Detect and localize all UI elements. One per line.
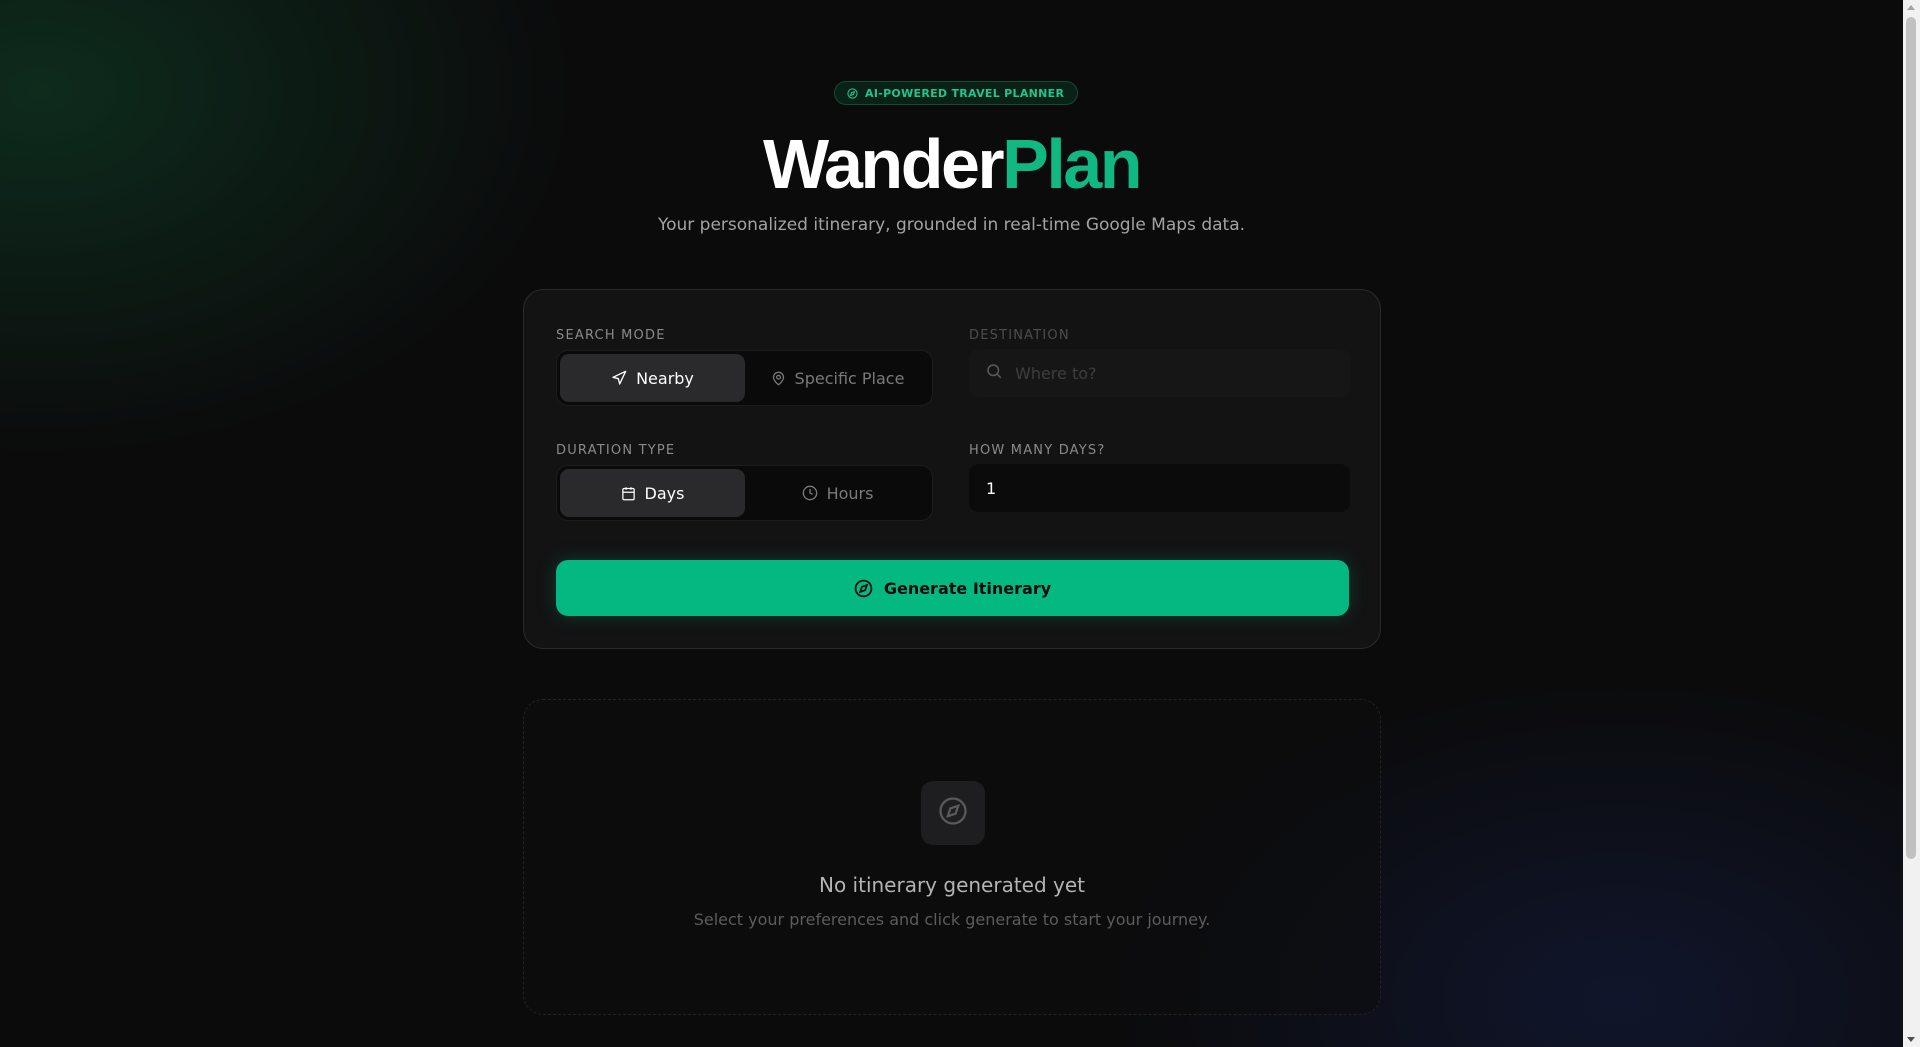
search-mode-toggle: Nearby Specific Place xyxy=(556,350,933,406)
title-accent: Plan xyxy=(1002,125,1142,203)
empty-title: No itinerary generated yet xyxy=(818,873,1086,897)
page-title: WanderPlan xyxy=(0,122,1903,206)
badge-label: AI-POWERED TRAVEL PLANNER xyxy=(865,86,1065,100)
hours-label: Hours xyxy=(826,483,874,503)
page-scrollbar[interactable] xyxy=(1903,0,1920,1047)
nearby-button[interactable]: Nearby xyxy=(560,354,745,402)
title-main: Wander xyxy=(763,125,1005,203)
empty-icon-container xyxy=(921,781,985,845)
app-page: AI-POWERED TRAVEL PLANNER WanderPlan You… xyxy=(0,0,1920,1047)
destination-input[interactable] xyxy=(1015,363,1350,383)
generate-itinerary-button[interactable]: Generate Itinerary xyxy=(556,560,1349,616)
planner-form-card: SEARCH MODE Nearby Specific Place DESTIN… xyxy=(523,289,1381,649)
navigation-arrow-icon xyxy=(611,370,627,386)
compass-icon xyxy=(854,579,873,598)
destination-label: DESTINATION xyxy=(969,328,1070,343)
scroll-down-icon[interactable] xyxy=(1907,1037,1915,1042)
generate-label: Generate Itinerary xyxy=(883,578,1052,598)
days-count-label: HOW MANY DAYS? xyxy=(969,443,1106,458)
specific-place-label: Specific Place xyxy=(794,368,905,388)
search-icon xyxy=(985,362,1003,384)
days-count-field[interactable] xyxy=(969,464,1350,512)
nearby-label: Nearby xyxy=(636,368,694,388)
duration-type-toggle: Days Hours xyxy=(556,465,933,521)
clock-icon xyxy=(802,485,818,501)
empty-itinerary-panel: No itinerary generated yet Select your p… xyxy=(523,699,1381,1015)
destination-field[interactable] xyxy=(969,349,1350,397)
hours-button[interactable]: Hours xyxy=(745,469,930,517)
compass-icon xyxy=(847,87,858,99)
days-label: Days xyxy=(644,483,685,503)
scroll-up-icon[interactable] xyxy=(1907,5,1915,10)
scrollbar-thumb[interactable] xyxy=(1906,17,1916,859)
ai-badge: AI-POWERED TRAVEL PLANNER xyxy=(834,81,1079,105)
days-count-input[interactable] xyxy=(986,478,1350,498)
specific-place-button[interactable]: Specific Place xyxy=(745,354,930,402)
calendar-icon xyxy=(621,486,636,501)
page-subtitle: Your personalized itinerary, grounded in… xyxy=(657,215,1246,235)
compass-icon xyxy=(938,796,968,830)
map-pin-icon xyxy=(771,371,786,386)
main-content: AI-POWERED TRAVEL PLANNER WanderPlan You… xyxy=(0,0,1903,1047)
days-button[interactable]: Days xyxy=(560,469,745,517)
empty-subtitle: Select your preferences and click genera… xyxy=(693,910,1211,929)
duration-type-label: DURATION TYPE xyxy=(556,443,676,458)
search-mode-label: SEARCH MODE xyxy=(556,328,666,343)
